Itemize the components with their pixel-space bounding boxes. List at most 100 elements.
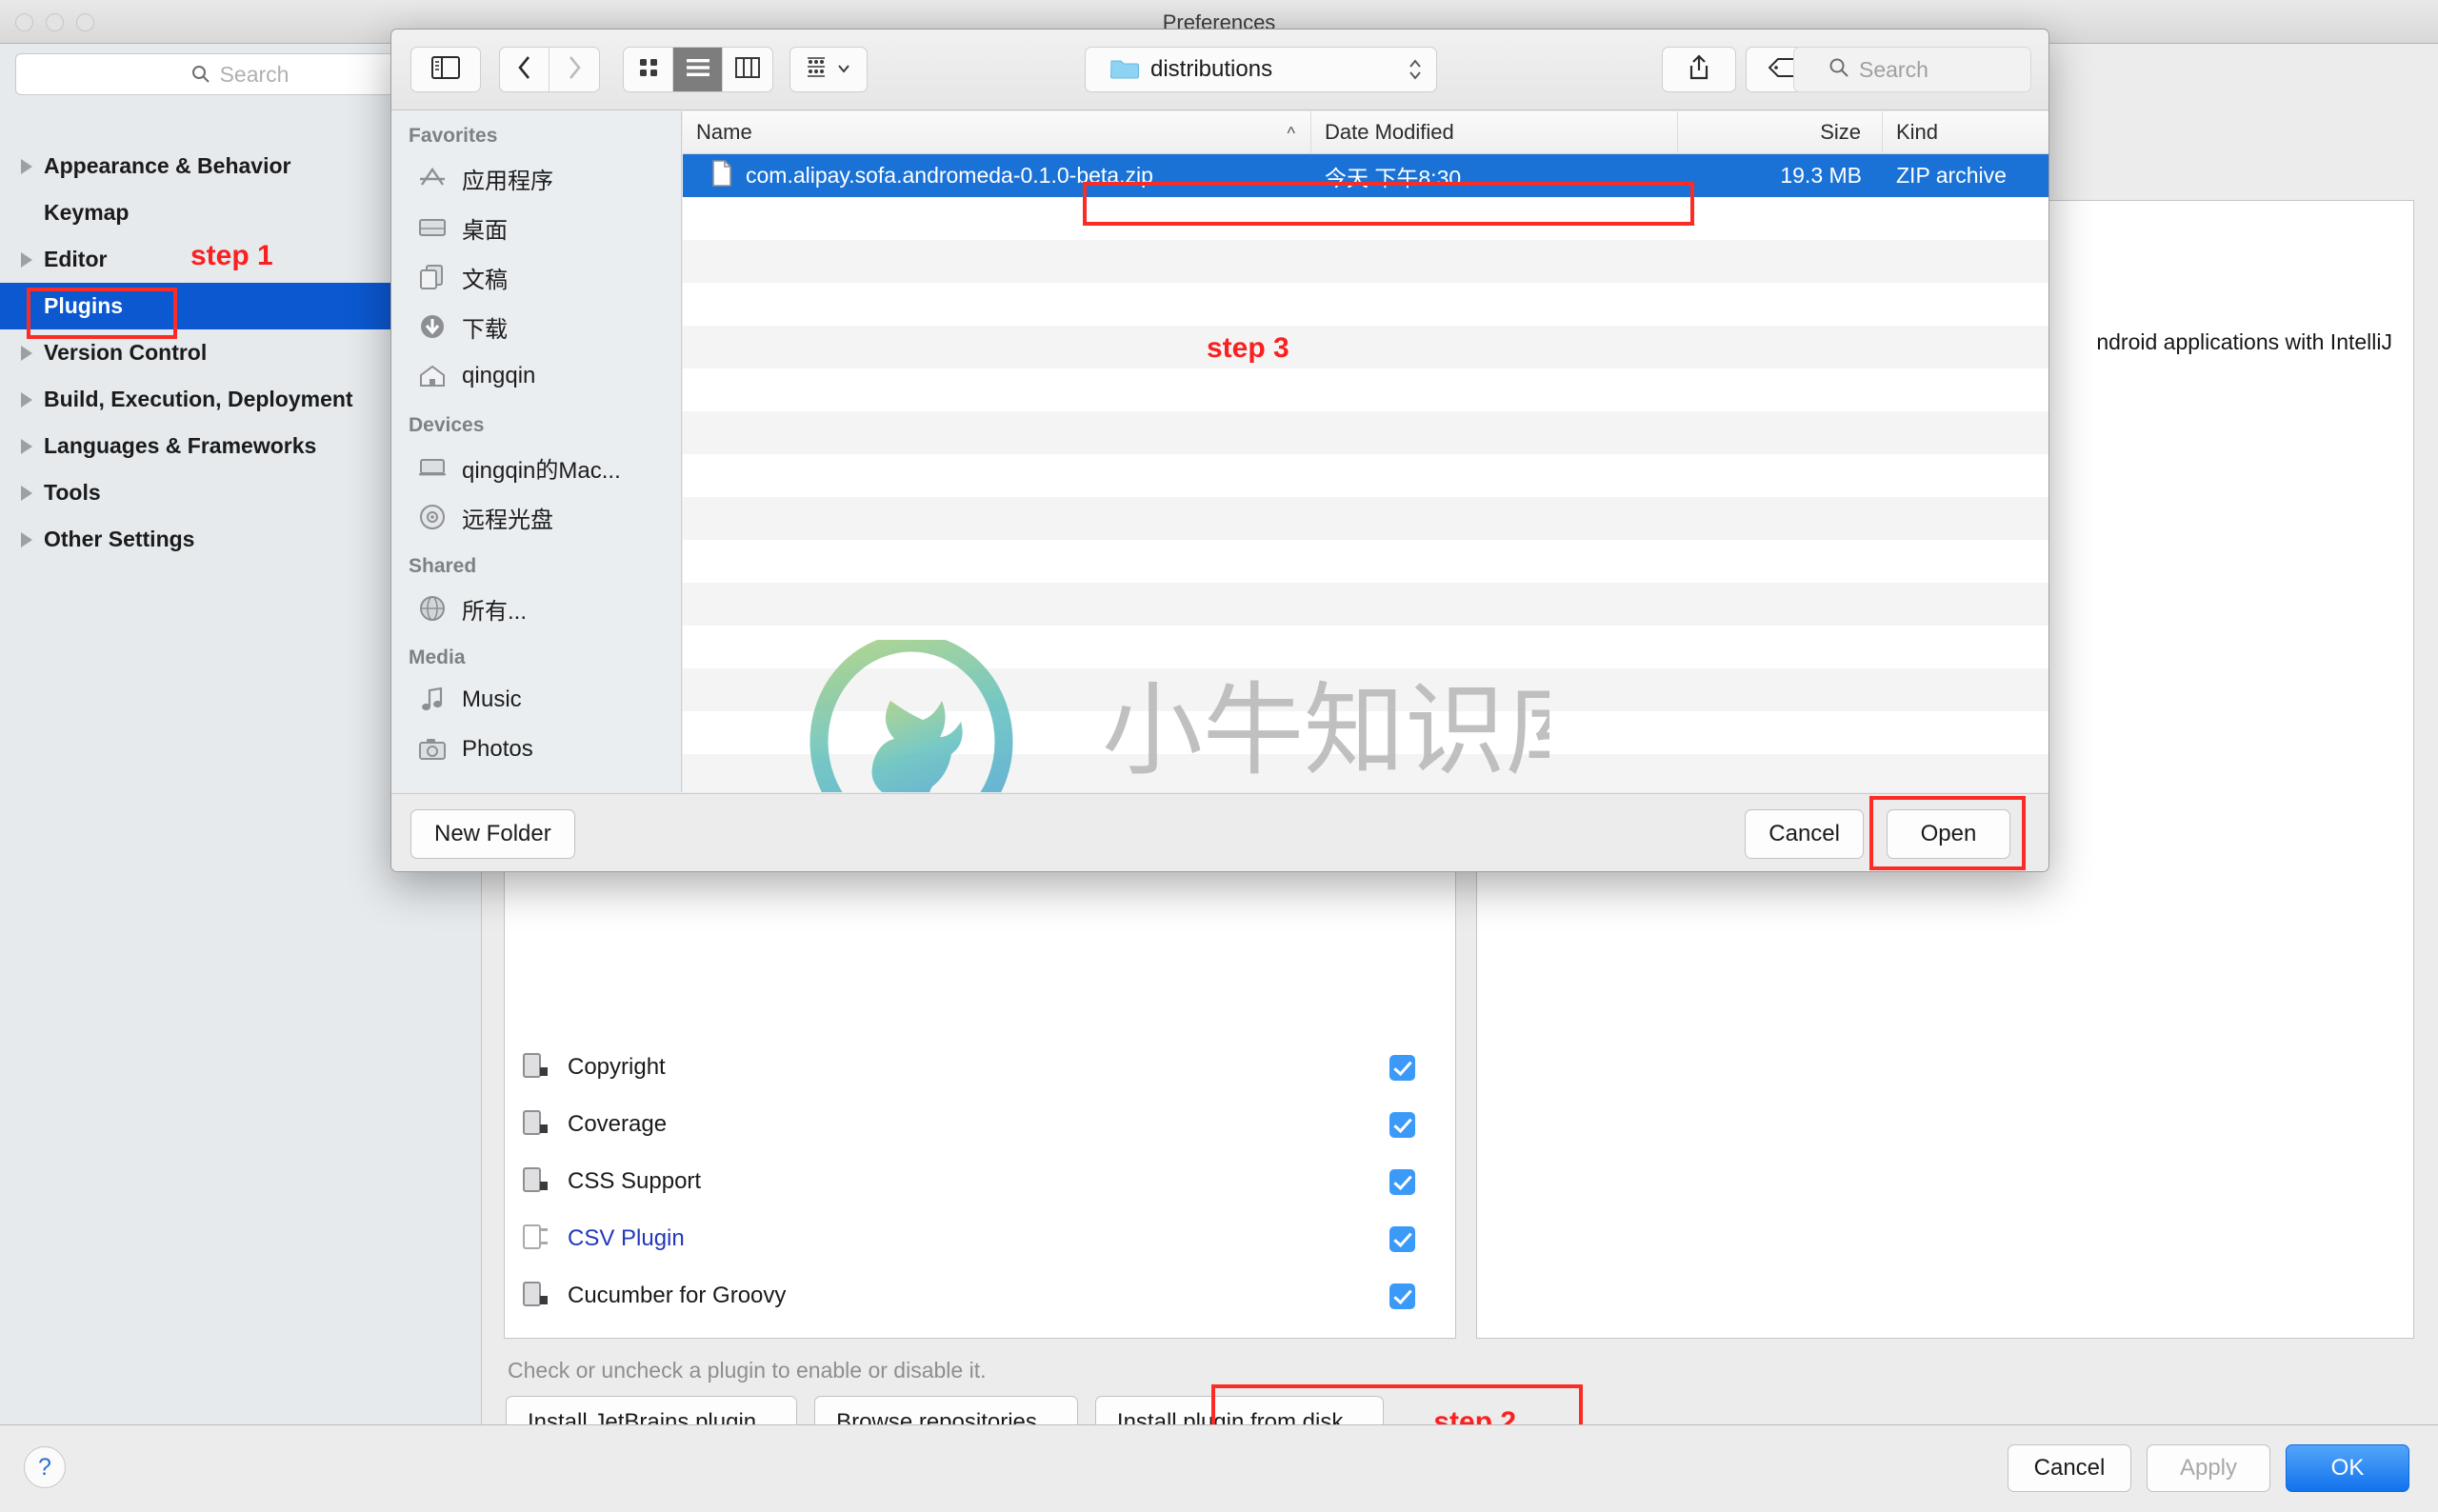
- chevron-left-icon: [517, 55, 532, 85]
- sidebar-item-label: 所有...: [462, 598, 528, 625]
- sidebar-item-mac[interactable]: qingqin的Mac...: [391, 443, 681, 492]
- documents-icon: [416, 263, 449, 291]
- icon-view-button[interactable]: [624, 48, 673, 91]
- finder-search-input[interactable]: Search: [1793, 47, 2031, 92]
- plugin-row[interactable]: Copyright: [505, 1039, 1455, 1096]
- finder-open-dialog: distributions Search Favorites 应用程序 桌面 文…: [390, 29, 2049, 872]
- sidebar-item-home[interactable]: qingqin: [391, 351, 681, 401]
- sidebar-section-media: Media: [409, 647, 466, 668]
- sidebar-item-photos[interactable]: Photos: [391, 725, 681, 774]
- table-row: [683, 540, 2048, 583]
- sidebar-item-label: 远程光盘: [462, 507, 553, 533]
- arrange-button[interactable]: [789, 47, 868, 92]
- dialog-buttons: Cancel Apply OK: [2008, 1444, 2409, 1492]
- plugin-name: CSS Support: [568, 1168, 702, 1194]
- downloads-icon: [416, 312, 449, 341]
- sidebar-item-music[interactable]: Music: [391, 675, 681, 725]
- network-icon: [416, 594, 449, 623]
- search-icon: [191, 65, 210, 84]
- column-label: Size: [1820, 120, 1861, 144]
- sidebar-toggle-button[interactable]: [410, 47, 481, 92]
- help-button[interactable]: ?: [24, 1446, 66, 1488]
- plugin-enabled-checkbox[interactable]: [1389, 1111, 1415, 1138]
- desktop-icon: [416, 213, 449, 242]
- sidebar-item-downloads[interactable]: 下载: [391, 302, 681, 351]
- sidebar-item-label: qingqin的Mac...: [462, 457, 621, 484]
- sidebar-item-label: 下载: [462, 316, 508, 343]
- sidebar-item-all-shared[interactable]: 所有...: [391, 584, 681, 633]
- plugin-hint-text: Check or uncheck a plugin to enable or d…: [508, 1358, 987, 1383]
- plugin-icon: [522, 1280, 550, 1312]
- sidebar-item-desktop[interactable]: 桌面: [391, 203, 681, 252]
- plugin-icon: [522, 1165, 550, 1198]
- chevron-right-icon: [21, 251, 32, 268]
- icon-view-icon: [638, 57, 659, 83]
- column-header-size[interactable]: Size: [1678, 111, 1883, 154]
- step3-annotation: step 3: [1207, 332, 1289, 364]
- apply-button[interactable]: Apply: [2147, 1444, 2270, 1492]
- forward-button[interactable]: [550, 48, 599, 91]
- plugin-enabled-checkbox[interactable]: [1389, 1283, 1415, 1309]
- chevron-right-icon: [567, 55, 582, 85]
- sidebar-item-documents[interactable]: 文稿: [391, 252, 681, 302]
- open-button-highlight-box: [1869, 796, 2026, 870]
- file-size: 19.3 MB: [1780, 163, 1862, 188]
- chevron-right-icon: [21, 438, 32, 454]
- sidebar-item-label: Keymap: [44, 200, 130, 225]
- list-view-button[interactable]: [673, 48, 723, 91]
- sidebar-item-label: 应用程序: [462, 168, 553, 194]
- share-button[interactable]: [1662, 47, 1736, 92]
- home-icon: [416, 362, 449, 390]
- plugin-row[interactable]: Cucumber for Java: [505, 1324, 1455, 1338]
- table-row: [683, 497, 2048, 540]
- sidebar-item-remote-disc[interactable]: 远程光盘: [391, 492, 681, 542]
- sidebar-item-label: qingqin: [462, 363, 536, 388]
- sidebar-section-favorites: Favorites: [409, 125, 498, 147]
- table-row: [683, 240, 2048, 283]
- sidebar-item-label: Appearance & Behavior: [44, 153, 291, 178]
- plugin-name: Cucumber for Groovy: [568, 1283, 787, 1308]
- column-view-button[interactable]: [723, 48, 772, 91]
- finder-footer: New Folder Cancel Open: [391, 793, 2048, 871]
- finder-sidebar: Favorites 应用程序 桌面 文稿 下载 qingqin Devices …: [391, 111, 682, 792]
- sidebar-section-shared: Shared: [409, 555, 477, 577]
- finder-toolbar: distributions Search: [391, 30, 2048, 110]
- plugin-row[interactable]: CSV Plugin: [505, 1210, 1455, 1267]
- view-mode-buttons: [623, 47, 773, 92]
- plugin-enabled-checkbox[interactable]: [1389, 1225, 1415, 1252]
- column-header-name[interactable]: Name ^: [683, 111, 1311, 154]
- music-icon: [416, 686, 449, 714]
- table-row: [683, 626, 2048, 668]
- chevron-right-icon: [21, 531, 32, 547]
- plugin-name: Copyright: [568, 1054, 666, 1080]
- back-button[interactable]: [500, 48, 550, 91]
- sidebar-item-label: Tools: [44, 480, 101, 505]
- plugin-icon: [522, 1108, 550, 1141]
- sidebar-item-label: 文稿: [462, 267, 508, 293]
- file-kind: ZIP archive: [1896, 163, 2007, 188]
- path-dropdown[interactable]: distributions: [1085, 47, 1437, 92]
- plugin-row[interactable]: Coverage: [505, 1096, 1455, 1153]
- arrange-icon: [807, 56, 831, 83]
- column-header-date-modified[interactable]: Date Modified: [1311, 111, 1678, 154]
- table-row: [683, 583, 2048, 626]
- step1-annotation: step 1: [190, 240, 273, 271]
- sidebar-toggle-icon: [431, 55, 460, 84]
- cancel-button[interactable]: Cancel: [2008, 1444, 2131, 1492]
- sidebar-item-label: Languages & Frameworks: [44, 433, 317, 458]
- plugin-enabled-checkbox[interactable]: [1389, 1168, 1415, 1195]
- sidebar-item-applications[interactable]: 应用程序: [391, 153, 681, 203]
- plugin-row[interactable]: Cucumber for Groovy: [505, 1267, 1455, 1324]
- file-list-header: Name ^ Date Modified Size Kind: [683, 111, 2048, 154]
- new-folder-button[interactable]: New Folder: [410, 809, 575, 859]
- file-list-rows: com.alipay.sofa.andromeda-0.1.0-beta.zip…: [683, 154, 2048, 792]
- file-icon: [711, 159, 732, 192]
- plugin-row[interactable]: CSS Support: [505, 1153, 1455, 1210]
- finder-cancel-button[interactable]: Cancel: [1745, 809, 1864, 859]
- path-label: distributions: [1150, 56, 1273, 82]
- column-header-kind[interactable]: Kind: [1883, 111, 2048, 154]
- table-row: [683, 668, 2048, 711]
- ok-button[interactable]: OK: [2286, 1444, 2409, 1492]
- plugin-enabled-checkbox[interactable]: [1389, 1054, 1415, 1081]
- list-view-icon: [686, 57, 710, 83]
